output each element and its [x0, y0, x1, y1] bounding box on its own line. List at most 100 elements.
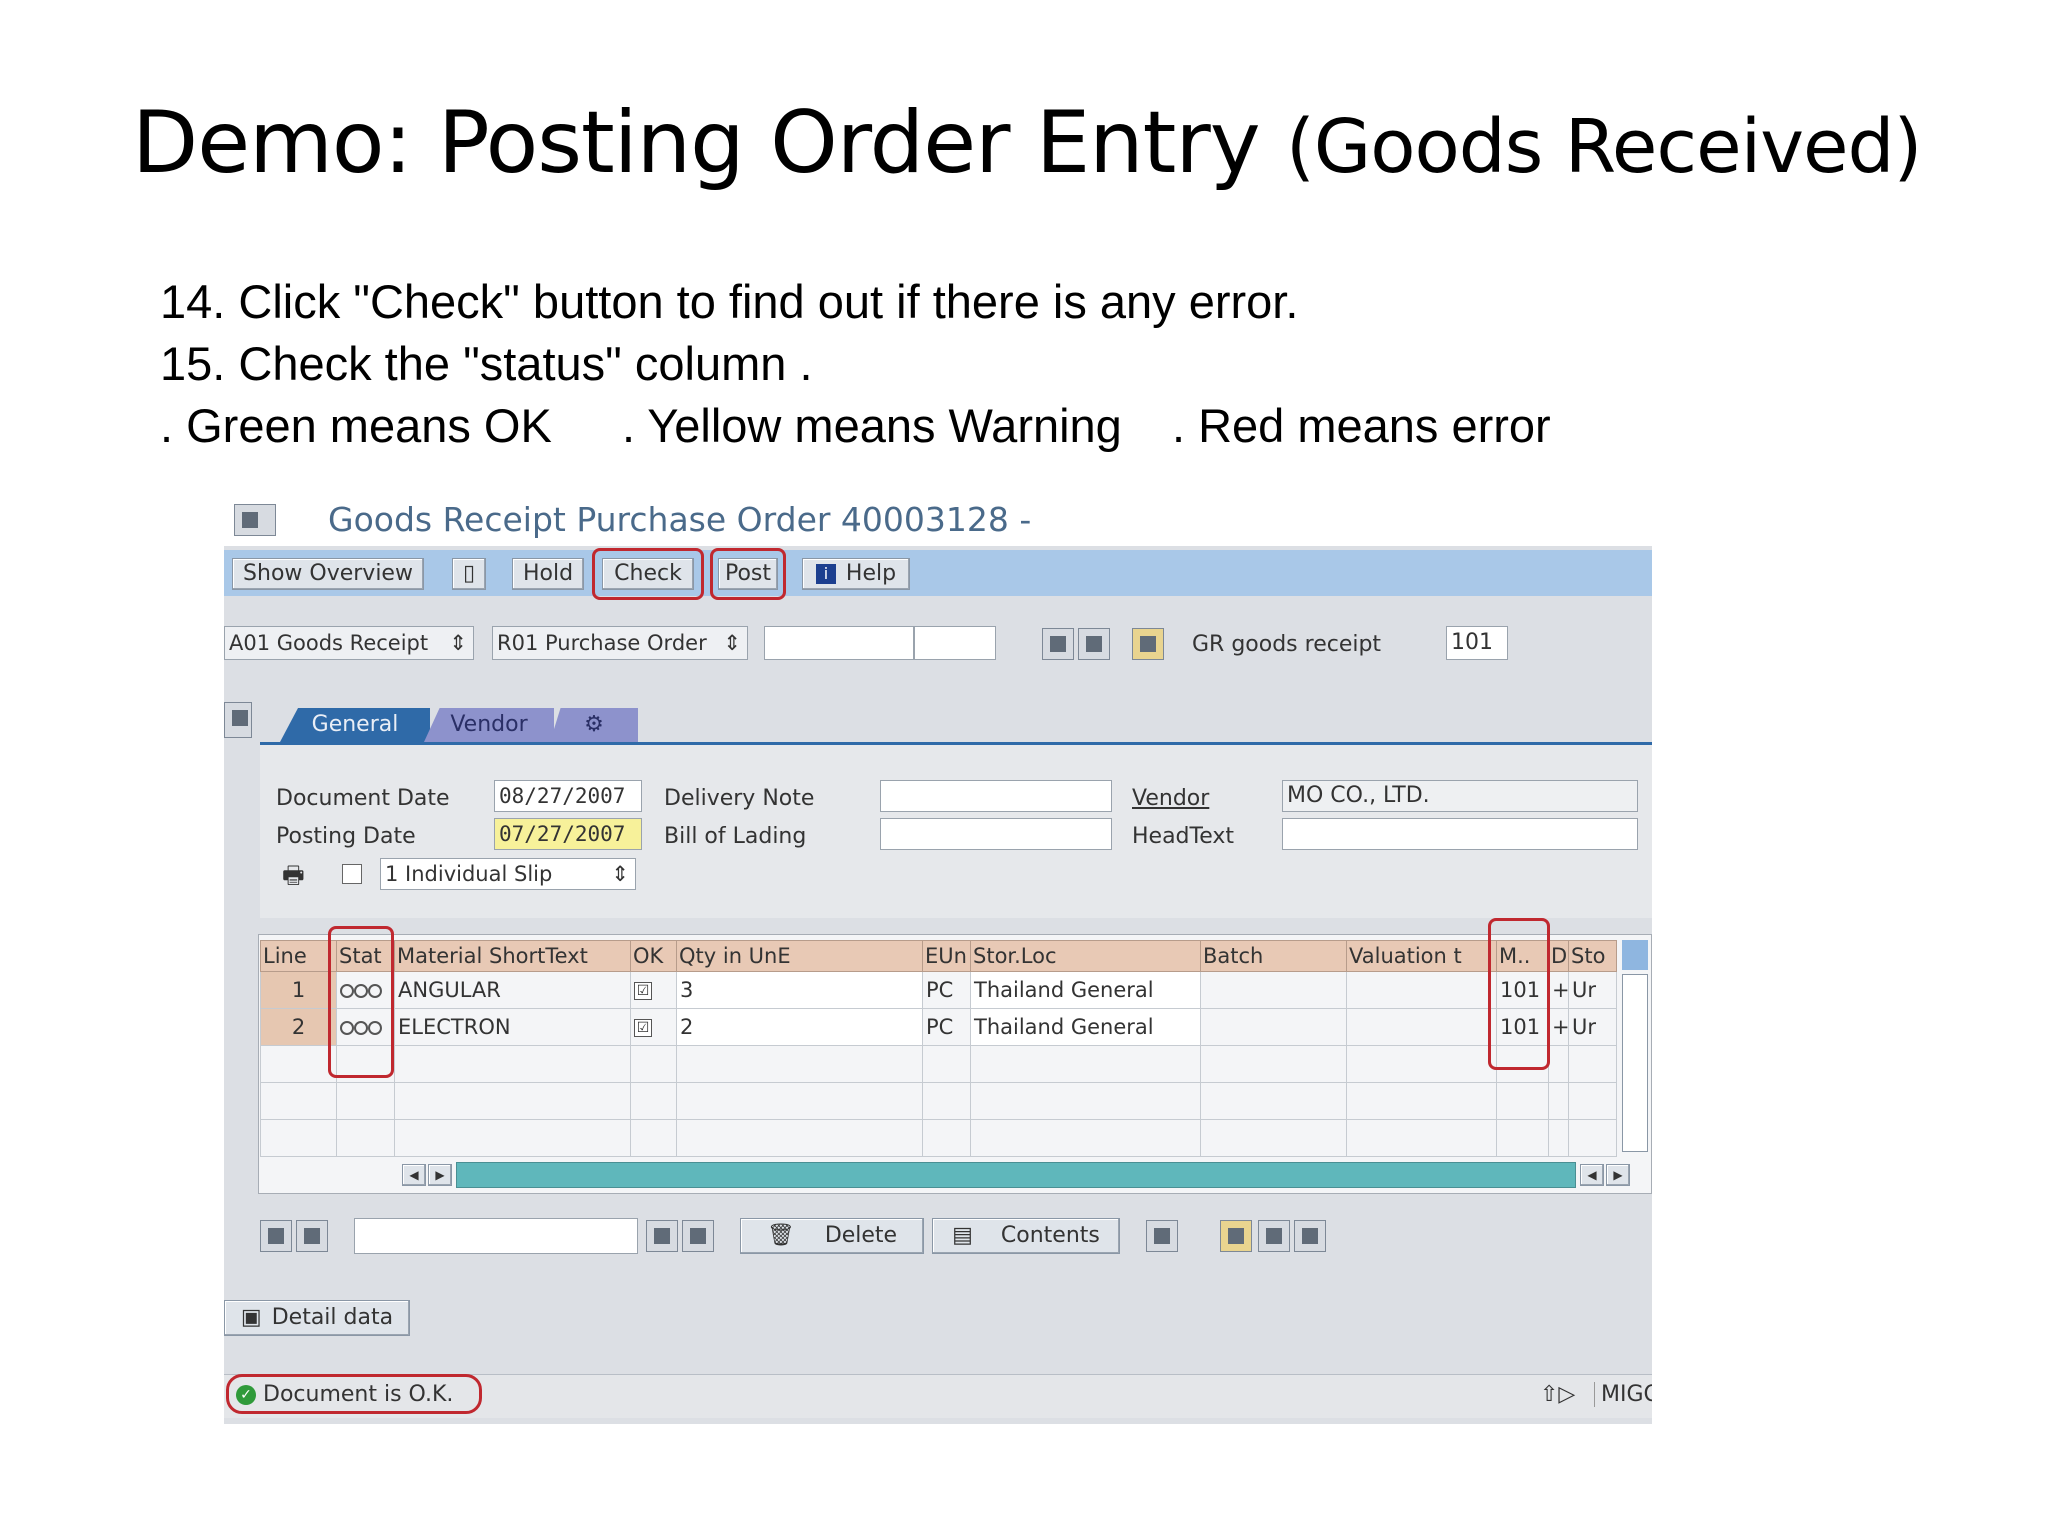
lock-icon[interactable] — [260, 1220, 292, 1252]
scroll-right-icon[interactable]: ▶ — [428, 1164, 452, 1186]
line-cell[interactable]: 1 — [260, 971, 337, 1009]
order-number-input[interactable] — [764, 626, 914, 660]
show-overview-button[interactable]: Show Overview — [232, 558, 424, 590]
posting-date-input[interactable]: 07/27/2007 — [494, 818, 642, 850]
tab-general[interactable]: General — [280, 708, 430, 742]
settings-icon[interactable] — [1078, 628, 1110, 660]
reference-select[interactable]: R01 Purchase Order ⇕ — [492, 626, 748, 660]
hold-button[interactable]: Hold — [512, 558, 584, 590]
debit-credit-cell: + — [1548, 1008, 1569, 1046]
table-row[interactable]: 2 ELECTRON ☑ 2 PC Thailand General 101 +… — [260, 1008, 1617, 1046]
line-cell[interactable]: 2 — [260, 1008, 337, 1046]
info-icon: i — [815, 564, 836, 584]
grid-options-icon[interactable] — [1146, 1220, 1178, 1252]
bill-of-lading-label: Bill of Lading — [664, 824, 807, 849]
vertical-scrollbar[interactable] — [1622, 974, 1648, 1152]
col-material[interactable]: Material ShortText — [394, 940, 631, 972]
scroll-left-icon[interactable]: ◀ — [402, 1164, 426, 1186]
system-name: MIGO — [1594, 1382, 1652, 1407]
ok-checkbox-cell[interactable]: ☑ — [630, 1008, 677, 1046]
find-icon[interactable] — [646, 1220, 678, 1252]
slide-title-main: Demo: Posting Order Entry — [132, 93, 1261, 193]
col-d[interactable]: D — [1548, 940, 1569, 972]
toggle-header-icon[interactable] — [224, 702, 252, 738]
horizontal-scrollbar[interactable] — [456, 1162, 1576, 1188]
instruction-step-15: 15. Check the "status" column . — [160, 337, 813, 390]
storloc-cell[interactable]: Thailand General — [970, 971, 1201, 1009]
valuation-cell[interactable] — [1346, 971, 1497, 1009]
legend-red: . Red means error — [1171, 399, 1551, 452]
vendor-link[interactable]: Vendor — [1132, 786, 1209, 811]
status-arrows-icon[interactable]: ⇧▷ — [1540, 1382, 1575, 1407]
col-storloc[interactable]: Stor.Loc — [970, 940, 1201, 972]
scroll-right-icon[interactable]: ▶ — [1606, 1164, 1630, 1186]
table-row — [260, 1045, 1617, 1083]
execute-icon[interactable] — [1042, 628, 1074, 660]
col-valuation[interactable]: Valuation t — [1346, 940, 1497, 972]
batch-cell[interactable] — [1200, 1008, 1347, 1046]
ok-checkbox[interactable]: ☑ — [634, 1019, 652, 1037]
headtext-label: HeadText — [1132, 824, 1235, 849]
material-cell: ELECTRON — [394, 1008, 631, 1046]
status-legend: . Green means OK . Yellow means Warning … — [160, 396, 1760, 456]
col-batch[interactable]: Batch — [1200, 940, 1347, 972]
stock-type-cell: Ur — [1568, 1008, 1617, 1046]
filter-icon[interactable] — [296, 1220, 328, 1252]
open-folder-icon[interactable] — [1220, 1220, 1252, 1252]
col-qty[interactable]: Qty in UnE — [676, 940, 923, 972]
storloc-cell[interactable]: Thailand General — [970, 1008, 1201, 1046]
application-toolbar — [224, 550, 1652, 596]
batch-cell[interactable] — [1200, 971, 1347, 1009]
document-date-label: Document Date — [276, 786, 450, 811]
detail-data-button[interactable]: ▣ Detail data — [224, 1300, 410, 1336]
delivery-note-label: Delivery Note — [664, 786, 815, 811]
ok-checkbox[interactable]: ☑ — [634, 982, 652, 1000]
delivery-note-input[interactable] — [880, 780, 1112, 812]
headtext-input[interactable] — [1282, 818, 1638, 850]
legend-green: . Green means OK — [160, 399, 552, 452]
ok-checkbox-cell[interactable]: ☑ — [630, 971, 677, 1009]
items-table: Line Stat Material ShortText OK Qty in U… — [260, 940, 1617, 1157]
items-table-header: Line Stat Material ShortText OK Qty in U… — [260, 940, 1617, 972]
order-item-input[interactable] — [914, 626, 996, 660]
tab-vendor[interactable]: Vendor — [424, 708, 554, 742]
qty-cell[interactable]: 2 — [676, 1008, 923, 1046]
help-button[interactable]: i Help — [802, 558, 910, 590]
debit-credit-cell: + — [1548, 971, 1569, 1009]
bill-of-lading-input[interactable] — [880, 818, 1112, 850]
gr-type-label: GR goods receipt — [1192, 632, 1382, 657]
print-checkbox[interactable] — [342, 864, 362, 884]
col-line[interactable]: Line — [260, 940, 337, 972]
layout-icon[interactable] — [1258, 1220, 1290, 1252]
contents-button[interactable]: ▤ Contents — [932, 1218, 1120, 1254]
stock-type-cell: Ur — [1568, 971, 1617, 1009]
tab-more[interactable]: ⚙ — [550, 708, 638, 742]
document-icon[interactable] — [1132, 628, 1164, 660]
new-document-icon[interactable]: ▯ — [452, 558, 486, 590]
export-icon[interactable] — [1294, 1220, 1326, 1252]
table-row[interactable]: 1 ANGULAR ☑ 3 PC Thailand General 101 + … — [260, 971, 1617, 1009]
detail-icon: ▣ — [240, 1305, 262, 1330]
qty-cell[interactable]: 3 — [676, 971, 923, 1009]
printer-icon[interactable]: 🖶 — [282, 858, 305, 899]
column-settings-icon[interactable] — [1622, 940, 1648, 970]
document-date-input[interactable]: 08/27/2007 — [494, 780, 642, 812]
status-column-highlight-ring — [328, 926, 394, 1078]
scroll-left-icon[interactable]: ◀ — [1580, 1164, 1604, 1186]
valuation-cell[interactable] — [1346, 1008, 1497, 1046]
movement-column-highlight-ring — [1488, 918, 1550, 1070]
col-eun[interactable]: EUn — [922, 940, 971, 972]
window-menu-icon[interactable] — [234, 504, 276, 536]
action-select[interactable]: A01 Goods Receipt ⇕ — [224, 626, 474, 660]
item-search-input[interactable] — [354, 1218, 638, 1254]
slide-title: Demo: Posting Order Entry (Goods Receive… — [132, 88, 1932, 198]
movement-type-input[interactable]: 101 — [1446, 626, 1508, 660]
col-ok[interactable]: OK — [630, 940, 677, 972]
delete-button[interactable]: 🗑 Delete — [740, 1218, 924, 1254]
slip-type-select[interactable]: 1 Individual Slip ⇕ — [380, 858, 636, 890]
find-next-icon[interactable] — [682, 1220, 714, 1252]
sap-goods-receipt-window: Goods Receipt Purchase Order 40003128 - … — [224, 494, 1652, 1424]
col-sto[interactable]: Sto — [1568, 940, 1617, 972]
unit-cell: PC — [922, 971, 971, 1009]
material-cell: ANGULAR — [394, 971, 631, 1009]
